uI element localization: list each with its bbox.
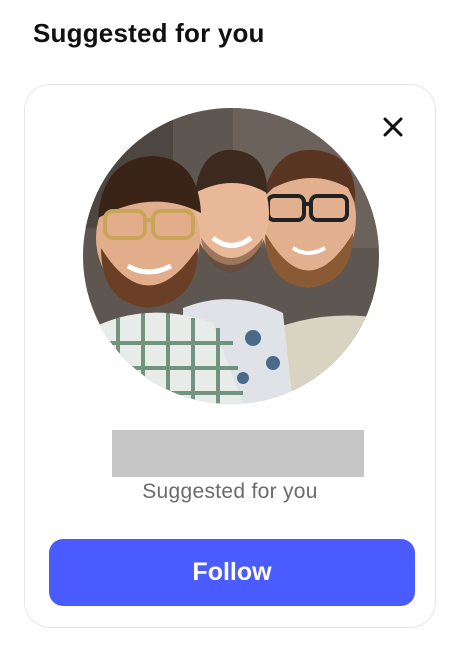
close-button[interactable] <box>381 115 405 139</box>
redacted-name <box>112 430 364 477</box>
suggestion-subtitle: Suggested for you <box>142 480 318 503</box>
suggestion-card: Suggested for you Follow <box>24 84 436 628</box>
avatar[interactable] <box>83 108 379 404</box>
section-title: Suggested for you <box>33 18 265 48</box>
suggested-section: Suggested for you Suggested for you Foll… <box>0 0 459 654</box>
profile-photo <box>83 108 379 404</box>
follow-button[interactable]: Follow <box>49 539 415 606</box>
close-icon <box>383 117 403 137</box>
